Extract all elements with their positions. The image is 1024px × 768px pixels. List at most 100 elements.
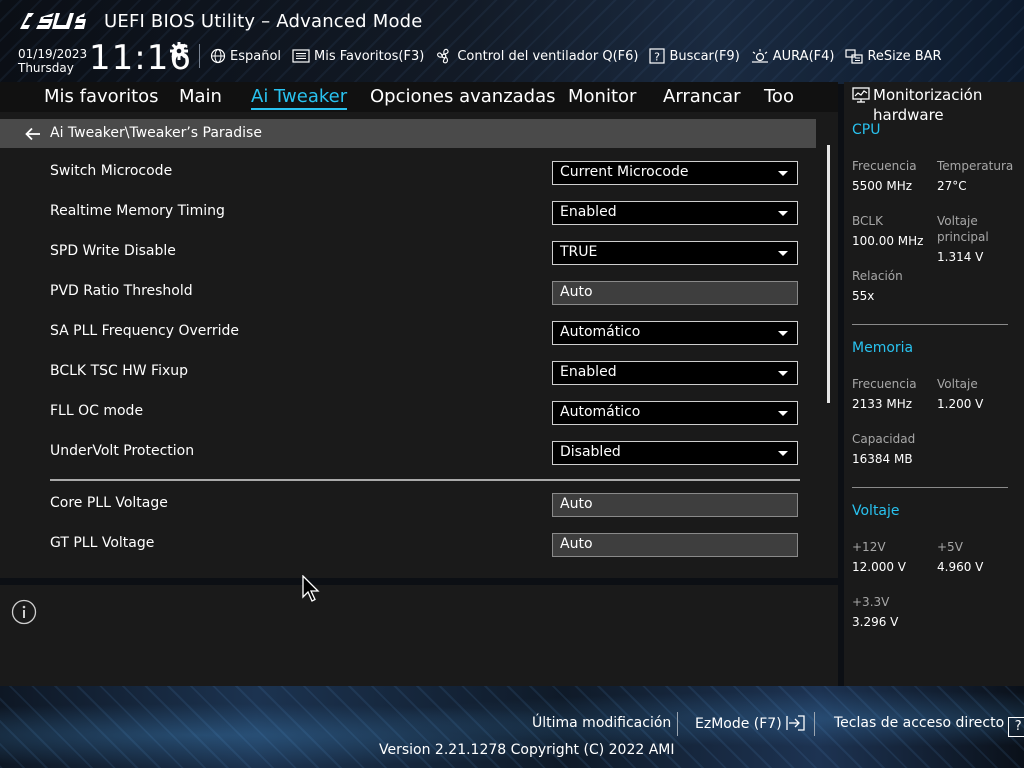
fan-control-button[interactable]: Control del ventilador Q(F6) bbox=[435, 47, 638, 65]
v33-value: 3.296 V bbox=[852, 615, 899, 629]
hw-separator-cpu bbox=[852, 324, 1008, 325]
tab-main[interactable]: Main bbox=[179, 86, 222, 107]
tab-monitor[interactable]: Monitor bbox=[568, 86, 636, 107]
hotkeys-label: Teclas de acceso directo bbox=[834, 715, 1005, 731]
mem-volt-value: 1.200 V bbox=[937, 397, 984, 411]
info-icon bbox=[11, 599, 37, 625]
tab-mis-favoritos[interactable]: Mis favoritos bbox=[44, 86, 159, 107]
setting-label-pvd-ratio-threshold: PVD Ratio Threshold bbox=[50, 283, 193, 299]
asus-logo bbox=[20, 13, 86, 29]
favorites-label: Mis Favoritos(F3) bbox=[314, 48, 425, 64]
cpu-vcore-label-1: Voltaje bbox=[937, 214, 978, 228]
last-modified-button[interactable]: Última modificación bbox=[532, 715, 671, 731]
setting-label-core-pll-voltage: Core PLL Voltage bbox=[50, 495, 168, 511]
setting-label-spd-write-disable: SPD Write Disable bbox=[50, 243, 176, 259]
core-pll-voltage-field[interactable]: Auto bbox=[552, 493, 798, 517]
cpu-bclk-label: BCLK bbox=[852, 214, 883, 228]
cpu-ratio-value: 55x bbox=[852, 289, 875, 303]
favorites-button[interactable]: Mis Favoritos(F3) bbox=[292, 49, 424, 64]
pvd-ratio-threshold-field[interactable]: Auto bbox=[552, 281, 798, 305]
hardware-monitor-title: Monitorización hardware bbox=[873, 85, 982, 125]
language-button[interactable]: Español bbox=[210, 48, 281, 64]
undervolt-protection-select[interactable]: Disabled bbox=[552, 441, 798, 465]
v5-value: 4.960 V bbox=[937, 560, 984, 574]
cpu-vcore-label-2: principal bbox=[937, 230, 989, 244]
hw-title-line2: hardware bbox=[873, 106, 944, 124]
cpu-ratio-label: Relación bbox=[852, 269, 903, 283]
v5-label: +5V bbox=[937, 540, 963, 554]
hw-title-line1: Monitorización bbox=[873, 86, 983, 104]
resize-bar-icon bbox=[845, 49, 864, 64]
mem-capacity-value: 16384 MB bbox=[852, 452, 913, 466]
bclk-tsc-hw-fixup-select[interactable]: Enabled bbox=[552, 361, 798, 385]
sa-pll-frequency-override-select[interactable]: Automático bbox=[552, 321, 798, 345]
aura-label: AURA(F4) bbox=[772, 48, 835, 64]
back-arrow-icon[interactable] bbox=[24, 125, 42, 143]
resize-bar-button[interactable]: ReSize BAR bbox=[845, 48, 942, 64]
settings-scrollbar[interactable] bbox=[827, 145, 830, 403]
mem-freq-label: Frecuencia bbox=[852, 377, 917, 391]
footer-version: Version 2.21.1278 Copyright (C) 2022 AMI bbox=[379, 742, 675, 758]
v12-value: 12.000 V bbox=[852, 560, 907, 574]
hw-section-voltage: Voltaje bbox=[852, 503, 900, 519]
switch-microcode-select[interactable]: Current Microcode bbox=[552, 161, 798, 185]
gear-icon[interactable] bbox=[170, 42, 188, 60]
toolbar: Español Mis Favoritos(F3) Control del ve… bbox=[210, 46, 953, 66]
app-title: UEFI BIOS Utility – Advanced Mode bbox=[104, 11, 423, 32]
aura-icon bbox=[751, 49, 768, 63]
ezmode-label: EzMode (F7) bbox=[695, 716, 782, 732]
hw-section-cpu: CPU bbox=[852, 122, 881, 138]
hotkeys-button[interactable]: Teclas de acceso directo? bbox=[834, 715, 1024, 737]
setting-label-fll-oc-mode: FLL OC mode bbox=[50, 403, 144, 419]
fll-oc-mode-select[interactable]: Automático bbox=[552, 401, 798, 425]
hw-section-memory: Memoria bbox=[852, 340, 914, 356]
status-separator bbox=[199, 44, 200, 68]
setting-label-gt-pll-voltage: GT PLL Voltage bbox=[50, 535, 155, 551]
svg-text:?: ? bbox=[655, 51, 661, 64]
cpu-freq-label: Frecuencia bbox=[852, 159, 917, 173]
mem-freq-value: 2133 MHz bbox=[852, 397, 913, 411]
tab-ai-tweaker[interactable]: Ai Tweaker bbox=[251, 86, 348, 110]
fan-control-label: Control del ventilador Q(F6) bbox=[457, 48, 639, 64]
cpu-bclk-value: 100.00 MHz bbox=[852, 234, 924, 248]
cpu-temp-value: 27°C bbox=[937, 179, 967, 193]
aura-button[interactable]: AURA(F4) bbox=[751, 48, 835, 64]
ezmode-button[interactable]: EzMode (F7) bbox=[695, 715, 806, 732]
date-block: 01/19/2023 Thursday bbox=[18, 47, 87, 75]
day-text: Thursday bbox=[18, 61, 74, 75]
setting-label-switch-microcode: Switch Microcode bbox=[50, 163, 173, 179]
fan-icon bbox=[437, 48, 449, 64]
gt-pll-voltage-field[interactable]: Auto bbox=[552, 533, 798, 557]
resize-bar-label: ReSize BAR bbox=[867, 48, 942, 64]
setting-label-undervolt-protection: UnderVolt Protection bbox=[50, 443, 195, 459]
footer-separator-1 bbox=[677, 712, 678, 736]
realtime-memory-timing-select[interactable]: Enabled bbox=[552, 201, 798, 225]
mem-capacity-label: Capacidad bbox=[852, 432, 916, 446]
tab-arrancar[interactable]: Arrancar bbox=[663, 86, 741, 107]
cpu-freq-value: 5500 MHz bbox=[852, 179, 913, 193]
help-panel bbox=[0, 585, 838, 686]
breadcrumb: Ai Tweaker\Tweaker’s Paradise bbox=[50, 125, 262, 141]
cpu-vcore-value: 1.314 V bbox=[937, 250, 984, 264]
setting-label-realtime-memory-timing: Realtime Memory Timing bbox=[50, 203, 225, 219]
v33-label: +3.3V bbox=[852, 595, 890, 609]
mouse-cursor-icon bbox=[302, 575, 320, 602]
setting-label-bclk-tsc-hw-fixup: BCLK TSC HW Fixup bbox=[50, 363, 189, 379]
hw-separator-memory bbox=[852, 487, 1008, 488]
tab-opciones-avanzadas[interactable]: Opciones avanzadas bbox=[370, 86, 556, 107]
mem-volt-label: Voltaje bbox=[937, 377, 978, 391]
favorites-icon bbox=[292, 49, 310, 63]
footer-separator-2 bbox=[814, 712, 815, 736]
hotkeys-question-icon: ? bbox=[1008, 717, 1024, 737]
globe-icon bbox=[210, 48, 226, 64]
settings-divider bbox=[50, 479, 800, 481]
tab-tool[interactable]: Too bbox=[764, 86, 794, 107]
v12-label: +12V bbox=[852, 540, 886, 554]
search-question-icon: ? bbox=[649, 48, 666, 64]
cpu-temp-label: Temperatura bbox=[937, 159, 1014, 173]
date-text: 01/19/2023 bbox=[18, 47, 88, 61]
search-button[interactable]: ? Buscar(F9) bbox=[649, 48, 740, 64]
language-label: Español bbox=[230, 48, 282, 64]
spd-write-disable-select[interactable]: TRUE bbox=[552, 241, 798, 265]
search-label: Buscar(F9) bbox=[669, 48, 740, 64]
